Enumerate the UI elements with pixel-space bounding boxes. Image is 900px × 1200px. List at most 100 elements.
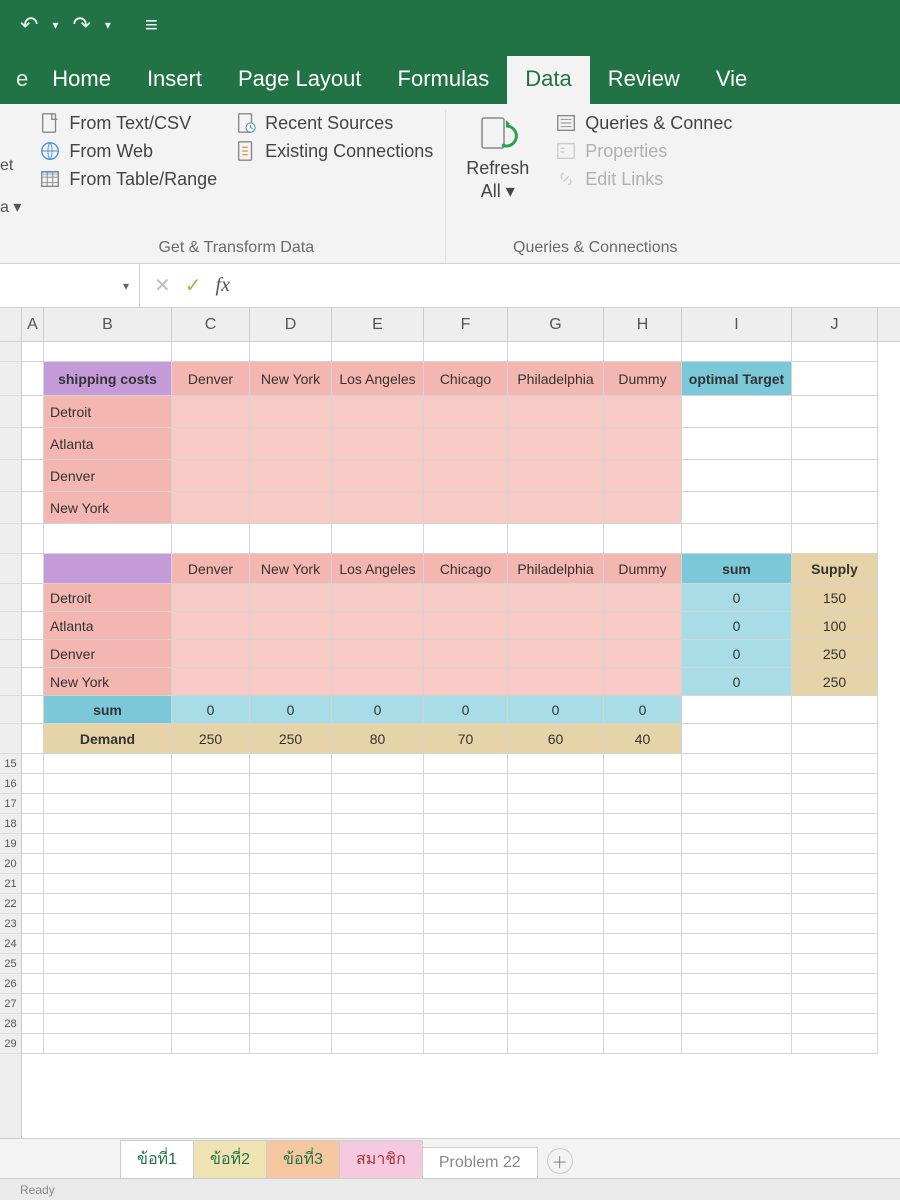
undo-dropdown[interactable]: ▾ [52,18,58,32]
cell[interactable]: Denver [172,362,250,396]
cell[interactable] [604,428,682,460]
cell[interactable]: Atlanta [44,428,172,460]
cell[interactable] [172,668,250,696]
cell[interactable]: Dummy [604,554,682,584]
column-header[interactable]: B [44,308,172,341]
recent-sources-button[interactable]: Recent Sources [235,112,433,134]
cell[interactable] [172,612,250,640]
row-header[interactable]: 15 [0,754,21,774]
cell[interactable]: Denver [44,460,172,492]
worksheet-grid[interactable]: 151617181920212223242526272829 ABCDEFGHI… [0,308,900,1138]
cell[interactable] [604,396,682,428]
cell[interactable]: Chicago [424,362,508,396]
column-header[interactable]: A [22,308,44,341]
cell[interactable] [604,668,682,696]
cancel-icon[interactable]: ✕ [154,273,171,298]
cell[interactable] [604,640,682,668]
queries-connections-button[interactable]: Queries & Connec [555,112,732,134]
cell[interactable] [250,668,332,696]
row-header[interactable]: 25 [0,954,21,974]
row-header[interactable]: 21 [0,874,21,894]
cell[interactable] [172,428,250,460]
cell[interactable] [424,584,508,612]
sheet-tab[interactable]: ข้อที่2 [193,1140,267,1178]
redo-button[interactable]: ↷ [72,12,90,38]
row-header[interactable] [0,724,21,754]
column-header[interactable]: I [682,308,792,341]
cell[interactable] [172,584,250,612]
row-header[interactable] [0,668,21,696]
column-header[interactable]: G [508,308,604,341]
row-header[interactable] [0,612,21,640]
row-header[interactable]: 26 [0,974,21,994]
cell[interactable] [250,640,332,668]
row-header[interactable]: 19 [0,834,21,854]
undo-button[interactable]: ↶ [20,12,38,38]
fx-icon[interactable]: fx [216,274,230,297]
cell[interactable] [508,492,604,524]
cell[interactable] [332,584,424,612]
cell[interactable]: Supply [792,554,878,584]
row-header[interactable]: 16 [0,774,21,794]
cell[interactable]: 0 [424,696,508,724]
cell[interactable]: Philadelphia [508,362,604,396]
cell[interactable] [508,640,604,668]
cell[interactable]: 0 [682,668,792,696]
from-text-csv-button[interactable]: From Text/CSV [39,112,217,134]
edit-links-button[interactable]: Edit Links [555,168,732,190]
add-sheet-button[interactable]: ＋ [547,1148,573,1174]
cell[interactable]: sum [682,554,792,584]
cell[interactable] [424,612,508,640]
cell[interactable]: New York [44,668,172,696]
column-header[interactable]: H [604,308,682,341]
cell[interactable] [250,428,332,460]
row-header[interactable] [0,696,21,724]
tab-review[interactable]: Review [590,56,698,104]
properties-button[interactable]: Properties [555,140,732,162]
column-header[interactable]: E [332,308,424,341]
cell[interactable]: Denver [44,640,172,668]
cell[interactable] [332,668,424,696]
cell[interactable] [508,584,604,612]
tab-formulas[interactable]: Formulas [380,56,508,104]
accept-icon[interactable]: ✓ [185,273,202,298]
row-header[interactable] [0,554,21,584]
cell[interactable] [332,460,424,492]
cell[interactable]: 100 [792,612,878,640]
existing-connections-button[interactable]: Existing Connections [235,140,433,162]
cell[interactable] [424,460,508,492]
column-header[interactable]: C [172,308,250,341]
cell[interactable]: optimal Target [682,362,792,396]
cell[interactable] [424,668,508,696]
cell[interactable] [508,668,604,696]
row-header[interactable]: 27 [0,994,21,1014]
name-box[interactable]: ▾ [0,264,140,307]
cell[interactable]: 250 [250,724,332,754]
row-header[interactable]: 29 [0,1034,21,1054]
cell[interactable] [250,584,332,612]
cell[interactable] [332,492,424,524]
cell[interactable]: 0 [682,640,792,668]
row-header[interactable]: 24 [0,934,21,954]
row-header[interactable] [0,460,21,492]
cell[interactable]: New York [250,554,332,584]
cell[interactable]: Detroit [44,584,172,612]
from-web-button[interactable]: From Web [39,140,217,162]
cell[interactable] [250,460,332,492]
cell[interactable] [250,612,332,640]
cell[interactable] [332,396,424,428]
cell[interactable]: 250 [792,668,878,696]
cell[interactable] [44,554,172,584]
row-header[interactable] [0,492,21,524]
cell[interactable]: 40 [604,724,682,754]
cell[interactable] [172,396,250,428]
sheet-tab[interactable]: Problem 22 [422,1147,538,1178]
cell[interactable] [604,460,682,492]
cell[interactable]: Chicago [424,554,508,584]
row-header[interactable]: 23 [0,914,21,934]
cell[interactable]: 0 [604,696,682,724]
cell[interactable]: Denver [172,554,250,584]
cell[interactable] [172,492,250,524]
cell[interactable] [424,428,508,460]
row-header[interactable] [0,584,21,612]
